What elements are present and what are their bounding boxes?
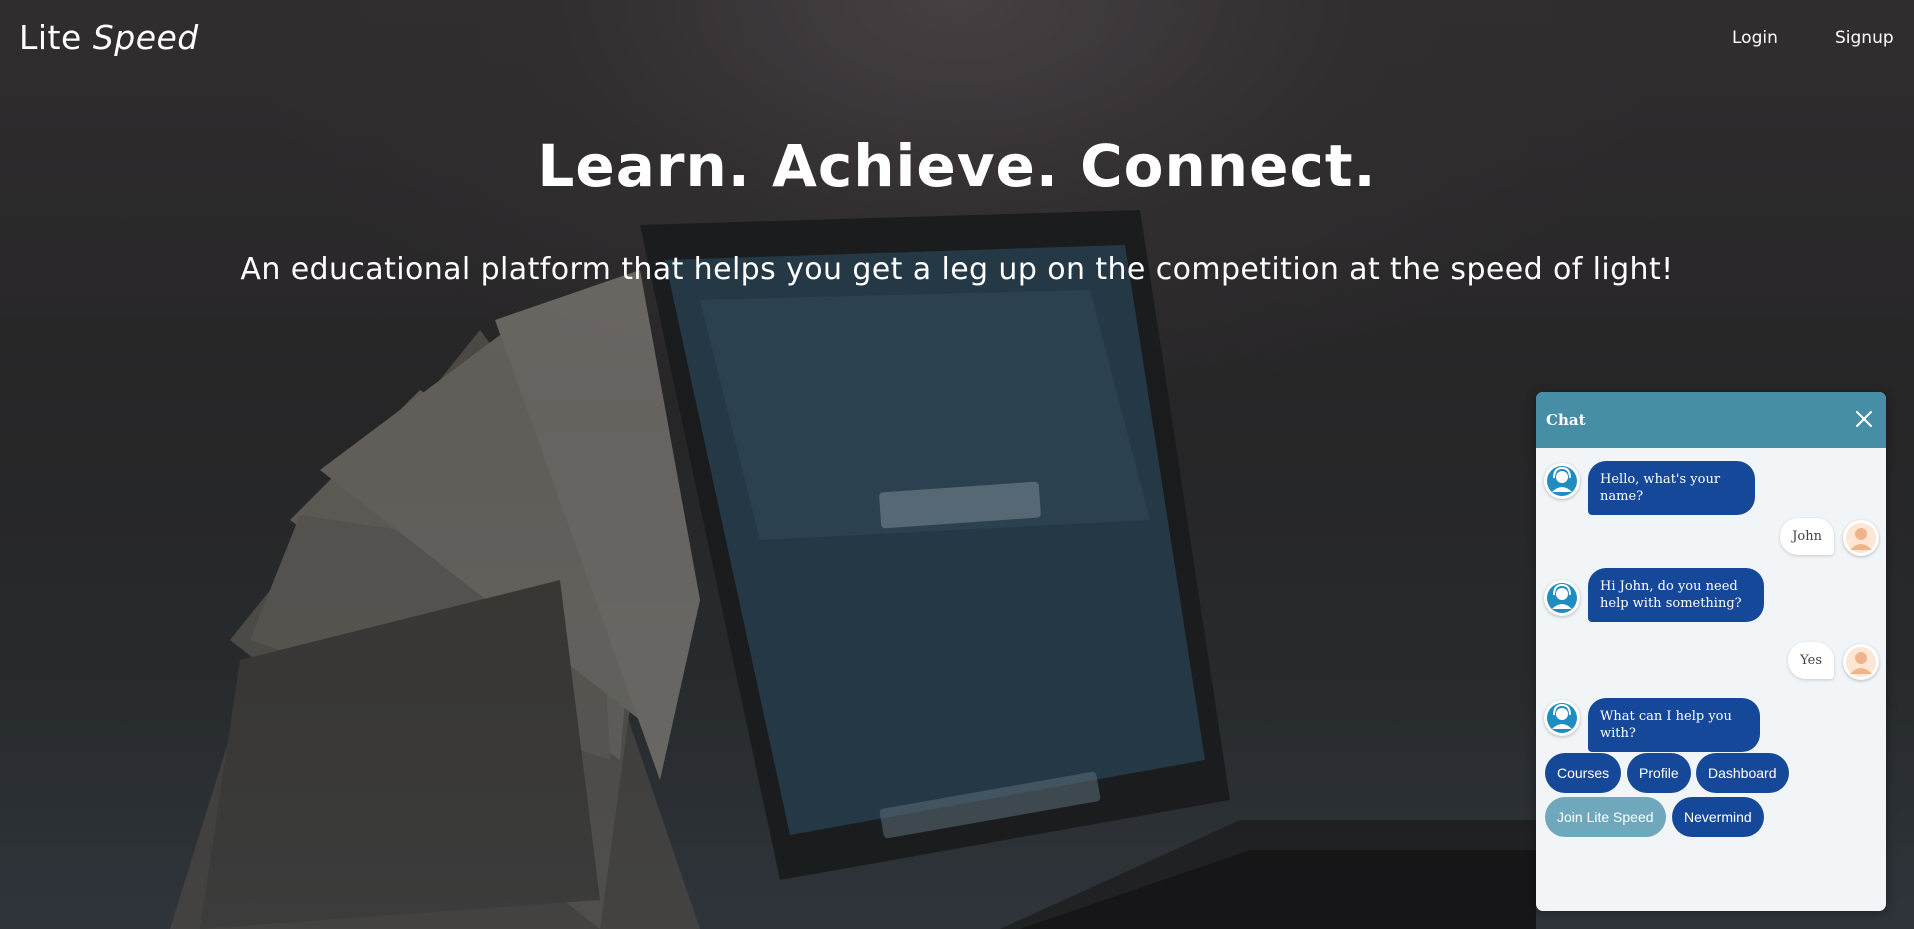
- user-message: Yes: [1788, 642, 1834, 679]
- support-agent-icon: [1544, 463, 1580, 499]
- quick-reply-dashboard[interactable]: Dashboard: [1696, 753, 1789, 793]
- user-message: John: [1780, 518, 1834, 555]
- chat-message-row: Hi John, do you need help with something…: [1536, 568, 1886, 626]
- quick-reply-courses[interactable]: Courses: [1545, 753, 1622, 793]
- chat-widget: Chat Hello, what's your name? John Hi Jo…: [1536, 392, 1886, 911]
- hero-subtitle: An educational platform that helps you g…: [240, 252, 1674, 287]
- chat-title: Chat: [1546, 411, 1586, 429]
- quick-reply-nevermind[interactable]: Nevermind: [1672, 797, 1764, 837]
- navbar: Lite Speed Login Signup: [0, 0, 1914, 80]
- support-agent-icon: [1544, 580, 1580, 616]
- quick-reply-join-lite-speed[interactable]: Join Lite Speed: [1545, 797, 1666, 837]
- bot-message: Hello, what's your name?: [1588, 461, 1755, 515]
- chat-message-row: Yes: [1536, 642, 1886, 682]
- support-agent-icon: [1544, 700, 1580, 736]
- brand-word-lite: Lite: [19, 18, 82, 57]
- chat-message-row: What can I help you with?: [1536, 698, 1886, 752]
- login-link[interactable]: Login: [1732, 28, 1778, 48]
- chat-message-row: Hello, what's your name?: [1536, 461, 1886, 515]
- signup-link[interactable]: Signup: [1835, 28, 1894, 48]
- user-avatar-icon: [1843, 520, 1879, 556]
- chat-message-row: John: [1536, 518, 1886, 558]
- close-icon[interactable]: [1854, 409, 1874, 429]
- brand-logo[interactable]: Lite Speed: [19, 18, 199, 57]
- bot-message: Hi John, do you need help with something…: [1588, 568, 1764, 622]
- hero-title: Learn. Achieve. Connect.: [537, 132, 1377, 200]
- bot-message: What can I help you with?: [1588, 698, 1760, 752]
- brand-word-speed: Speed: [92, 18, 199, 57]
- user-avatar-icon: [1843, 644, 1879, 680]
- quick-reply-profile[interactable]: Profile: [1627, 753, 1691, 793]
- chat-header: Chat: [1536, 392, 1886, 448]
